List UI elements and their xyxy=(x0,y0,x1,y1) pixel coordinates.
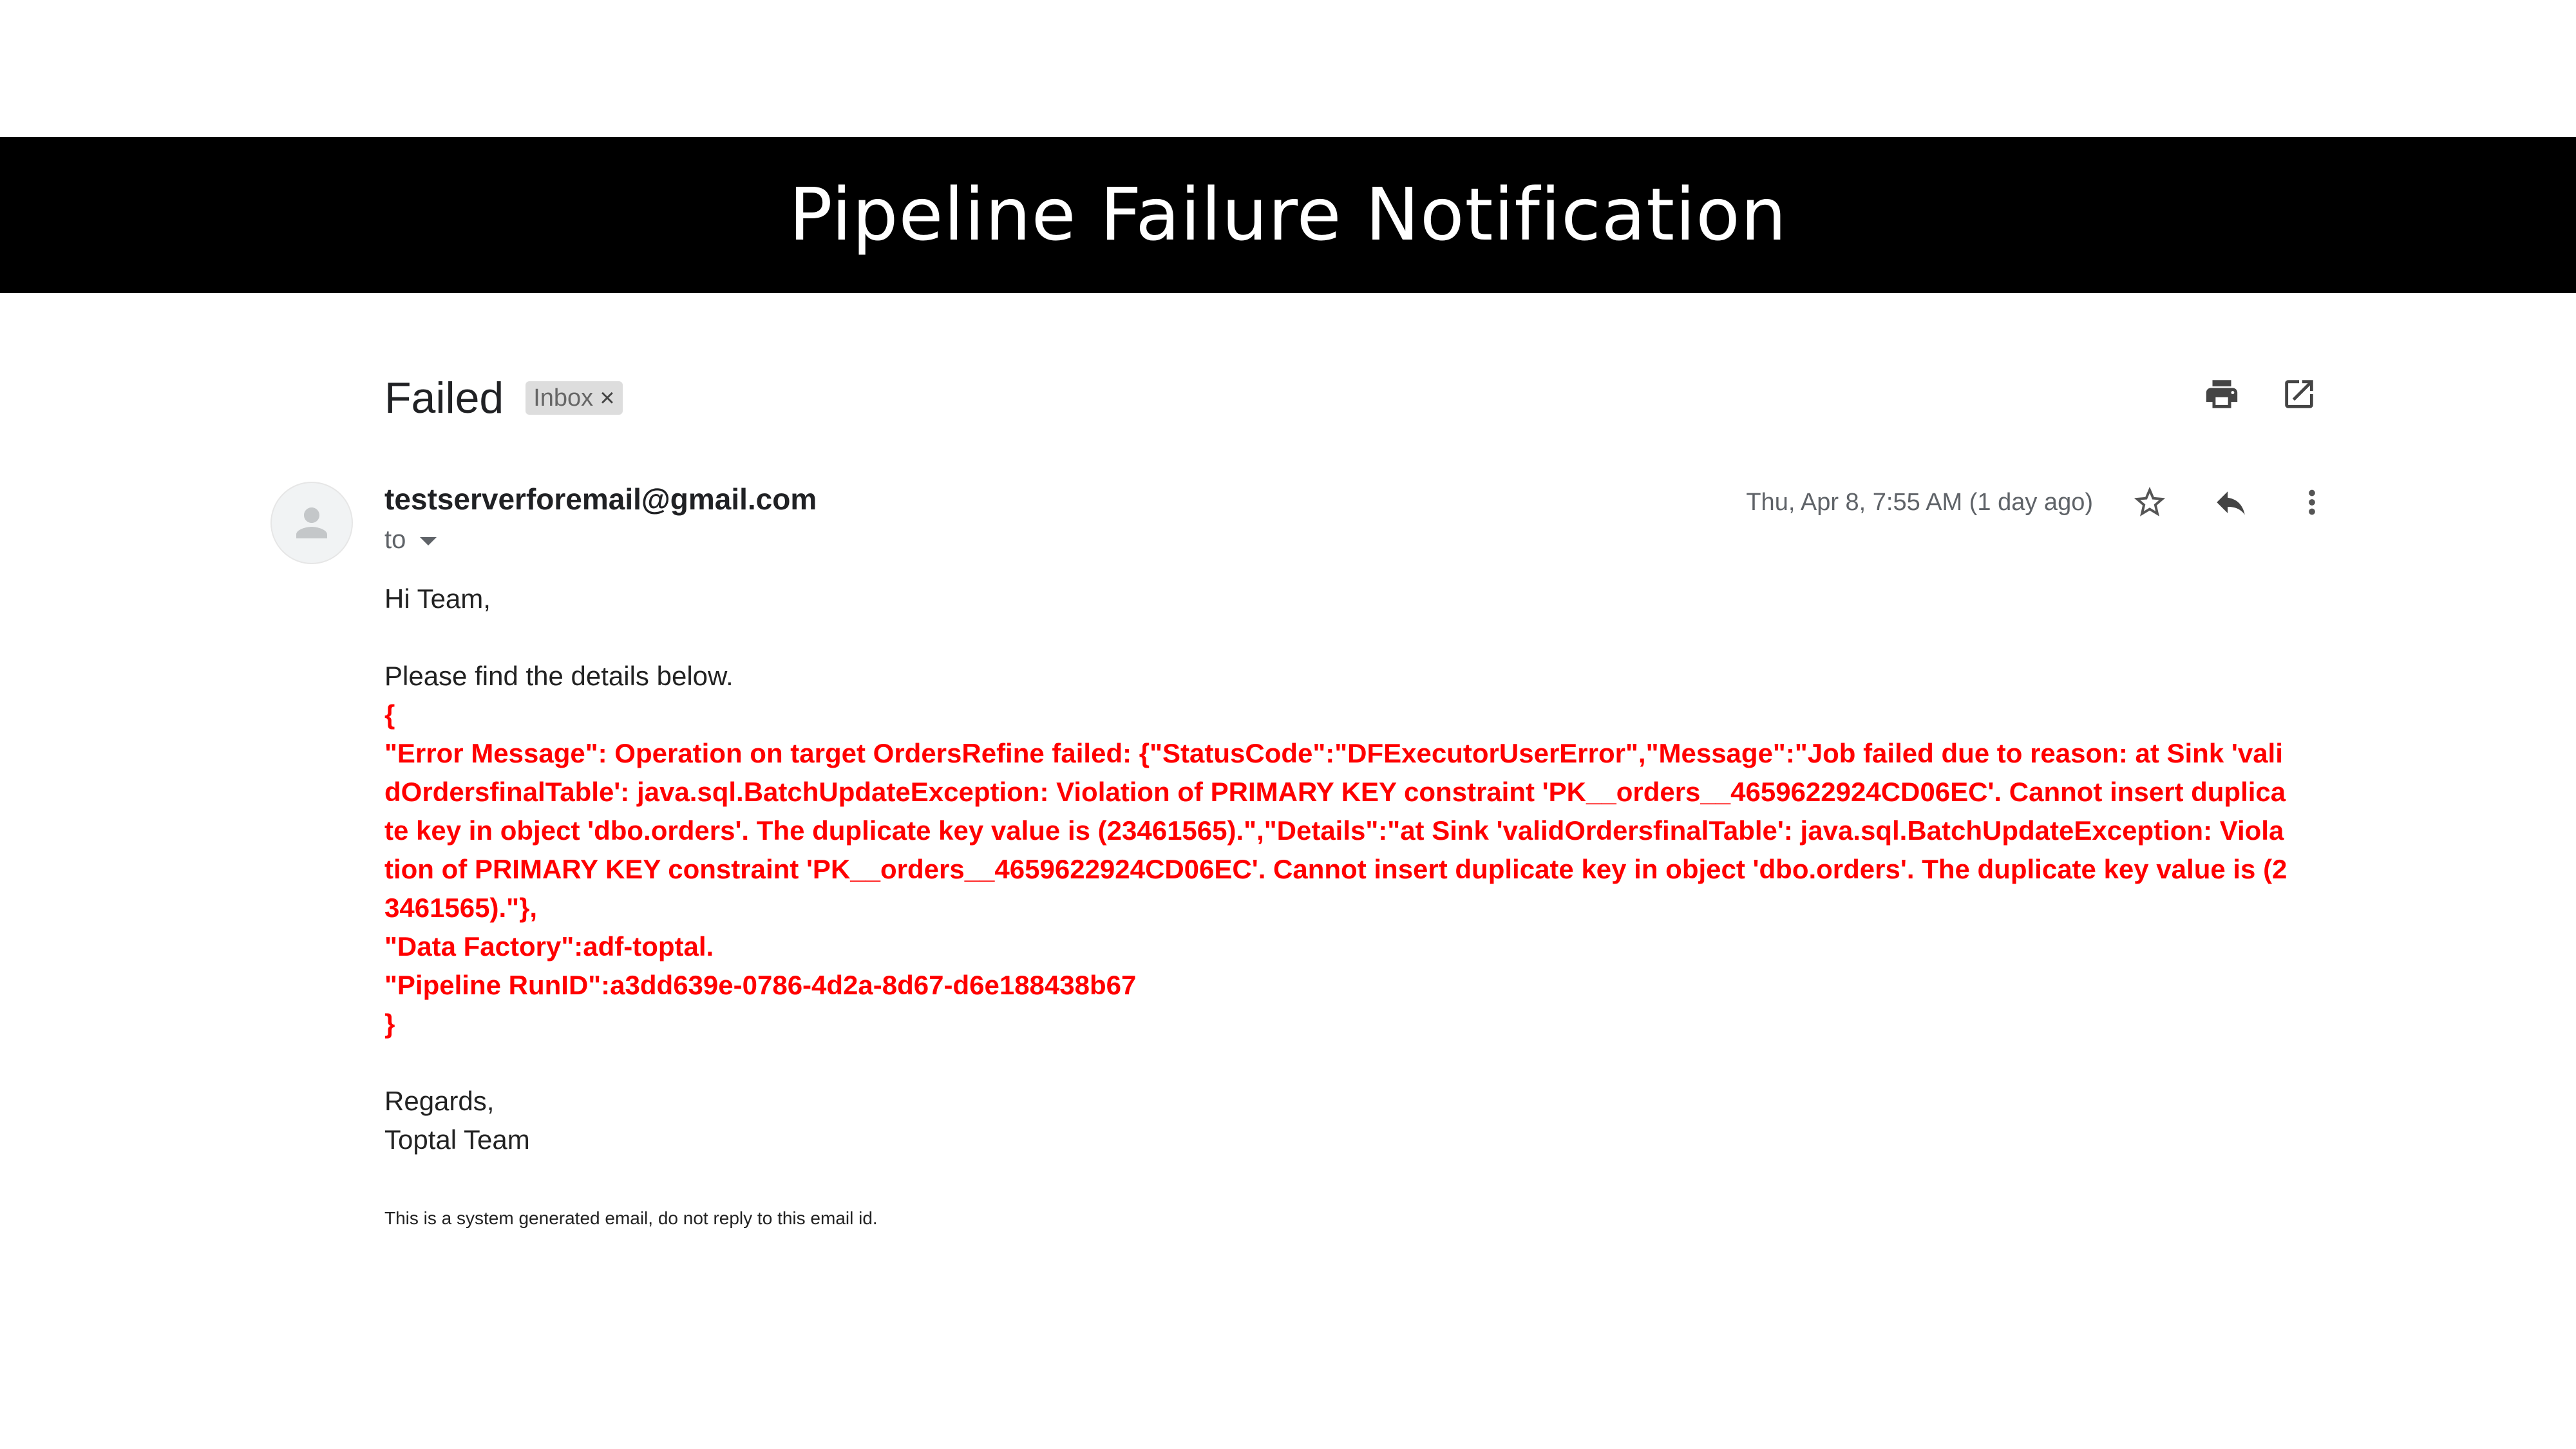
error-details: { "Error Message": Operation on target O… xyxy=(384,696,2291,1043)
subject-row: Failed Inbox × xyxy=(384,366,623,430)
slide: Pipeline Failure Notification Failed Inb… xyxy=(0,0,2576,1449)
to-label: to xyxy=(384,526,406,554)
star-icon[interactable] xyxy=(2130,483,2169,522)
more-vert-icon[interactable] xyxy=(2293,483,2331,522)
recipient-toggle[interactable]: to xyxy=(384,526,437,554)
open-in-new-icon[interactable] xyxy=(2280,375,2318,413)
sender-email[interactable]: testserverforemail@gmail.com xyxy=(384,482,817,516)
data-factory-line: "Data Factory":adf-toptal. xyxy=(384,931,714,961)
regards: Regards, xyxy=(384,1086,495,1116)
error-open-brace: { xyxy=(384,699,395,730)
reply-icon[interactable] xyxy=(2211,483,2250,522)
print-icon[interactable] xyxy=(2202,375,2241,413)
title-bar: Pipeline Failure Notification xyxy=(0,137,2576,293)
avatar xyxy=(270,482,353,564)
inbox-label: Inbox xyxy=(533,384,594,412)
pipeline-runid-line: "Pipeline RunID":a3dd639e-0786-4d2a-8d67… xyxy=(384,970,1137,1000)
person-icon xyxy=(296,507,327,538)
greeting: Hi Team, xyxy=(384,583,491,614)
thread-actions xyxy=(2202,375,2318,413)
chevron-down-icon xyxy=(420,537,437,545)
email-body: Hi Team, Please find the details below. … xyxy=(384,580,2316,1159)
error-close-brace: } xyxy=(384,1009,395,1039)
remove-label-icon[interactable]: × xyxy=(600,384,614,413)
slide-title: Pipeline Failure Notification xyxy=(789,173,1787,257)
footer-note: This is a system generated email, do not… xyxy=(384,1208,878,1228)
inbox-label-chip[interactable]: Inbox × xyxy=(526,381,623,415)
error-message: "Error Message": Operation on target Ord… xyxy=(384,738,2287,923)
message-meta: Thu, Apr 8, 7:55 AM (1 day ago) xyxy=(1746,483,2331,522)
intro-text: Please find the details below. xyxy=(384,661,734,691)
message-date: Thu, Apr 8, 7:55 AM (1 day ago) xyxy=(1746,488,2093,516)
signature: Toptal Team xyxy=(384,1124,530,1155)
email-subject: Failed xyxy=(384,374,504,422)
message-actions xyxy=(2130,483,2331,522)
